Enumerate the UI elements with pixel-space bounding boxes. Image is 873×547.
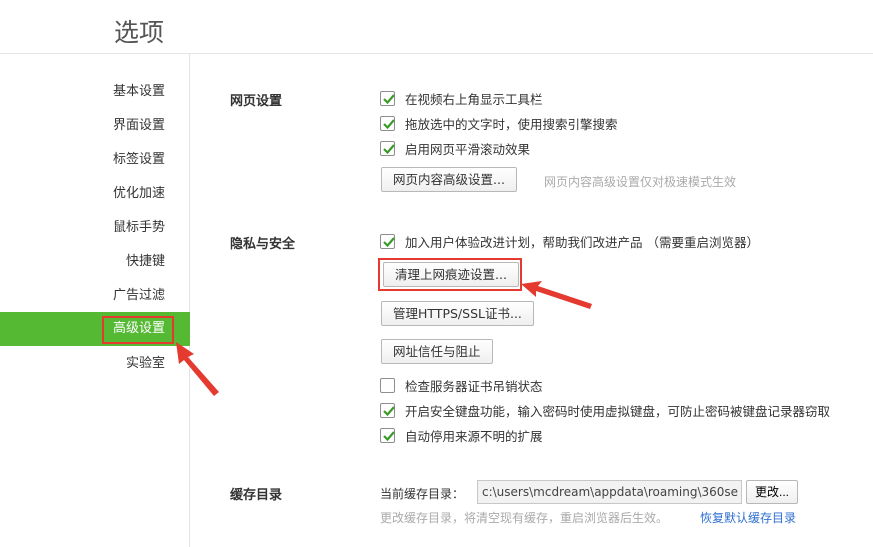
sidebar-item-interface[interactable]: 界面设置: [113, 115, 165, 137]
option-disable-unknown-extensions[interactable]: 自动停用来源不明的扩展: [380, 426, 543, 444]
checkbox-checked-icon[interactable]: [380, 140, 395, 156]
sidebar-nav: 基本设置 界面设置 标签设置 优化加速 鼠标手势 快捷键 广告过滤 高级设置 实…: [0, 54, 190, 547]
option-label: 自动停用来源不明的扩展: [405, 428, 543, 444]
privacy-security-title: 隐私与安全: [230, 237, 296, 252]
option-label: 在视频右上角显示工具栏: [405, 91, 543, 107]
option-label: 检查服务器证书吊销状态: [405, 378, 543, 394]
change-cache-button[interactable]: 更改...: [746, 480, 799, 504]
option-label: 拖放选中的文字时，使用搜索引擎搜索: [405, 116, 618, 132]
checkbox-checked-icon[interactable]: [380, 233, 395, 249]
option-label: 启用网页平滑滚动效果: [405, 141, 531, 157]
clear-traces-highlight-box: [378, 258, 522, 291]
checkbox-unchecked-icon[interactable]: [380, 377, 395, 393]
sidebar-item-ad-filter[interactable]: 广告过滤: [113, 285, 165, 307]
sidebar-item-shortcuts[interactable]: 快捷键: [126, 251, 165, 273]
sidebar-item-tabs[interactable]: 标签设置: [113, 149, 165, 171]
option-ux-program[interactable]: 加入用户体验改进计划，帮助我们改进产品 （需要重启浏览器）: [380, 232, 759, 250]
restore-default-cache-link[interactable]: 恢复默认缓存目录: [700, 509, 796, 526]
option-label: 加入用户体验改进计划，帮助我们改进产品 （需要重启浏览器）: [405, 234, 759, 250]
web-content-advanced-hint: 网页内容高级设置仅对极速模式生效: [544, 175, 737, 189]
web-content-advanced-button[interactable]: 网页内容高级设置...: [381, 167, 517, 192]
manage-https-certificates-button[interactable]: 管理HTTPS/SSL证书...: [381, 301, 534, 326]
url-trust-block-button[interactable]: 网址信任与阻止: [381, 339, 493, 364]
options-header: 选项: [0, 0, 873, 54]
sidebar-item-optimize[interactable]: 优化加速: [113, 183, 165, 205]
checkbox-checked-icon[interactable]: [380, 115, 395, 131]
red-arrow-sidebar-icon: [176, 342, 219, 396]
cache-path-field[interactable]: c:\users\mcdream\appdata\roaming\360se: [477, 480, 742, 504]
option-secure-keyboard[interactable]: 开启安全键盘功能，输入密码时使用虚拟键盘，可防止密码被键盘记录器窃取: [380, 401, 830, 419]
web-settings-title: 网页设置: [230, 94, 283, 109]
sidebar-item-lab[interactable]: 实验室: [126, 353, 165, 375]
option-video-toolbar[interactable]: 在视频右上角显示工具栏: [380, 89, 543, 107]
sidebar-item-basic[interactable]: 基本设置: [113, 81, 165, 103]
checkbox-checked-icon[interactable]: [380, 402, 395, 418]
option-label: 开启安全键盘功能，输入密码时使用虚拟键盘，可防止密码被键盘记录器窃取: [405, 403, 831, 419]
sidebar-item-mouse-gesture[interactable]: 鼠标手势: [113, 217, 165, 239]
advanced-settings-highlight-box: [102, 316, 174, 344]
option-drag-search[interactable]: 拖放选中的文字时，使用搜索引擎搜索: [380, 114, 618, 132]
checkbox-checked-icon[interactable]: [380, 90, 395, 106]
option-smooth-scroll[interactable]: 启用网页平滑滚动效果: [380, 139, 530, 157]
checkbox-checked-icon[interactable]: [380, 427, 395, 443]
current-cache-label: 当前缓存目录：: [380, 487, 465, 501]
cache-change-hint: 更改缓存目录，将清空现有缓存，重启浏览器后生效。: [380, 511, 669, 525]
cache-directory-title: 缓存目录: [230, 488, 283, 503]
page-title: 选项: [114, 18, 165, 47]
option-cert-revocation[interactable]: 检查服务器证书吊销状态: [380, 376, 543, 394]
